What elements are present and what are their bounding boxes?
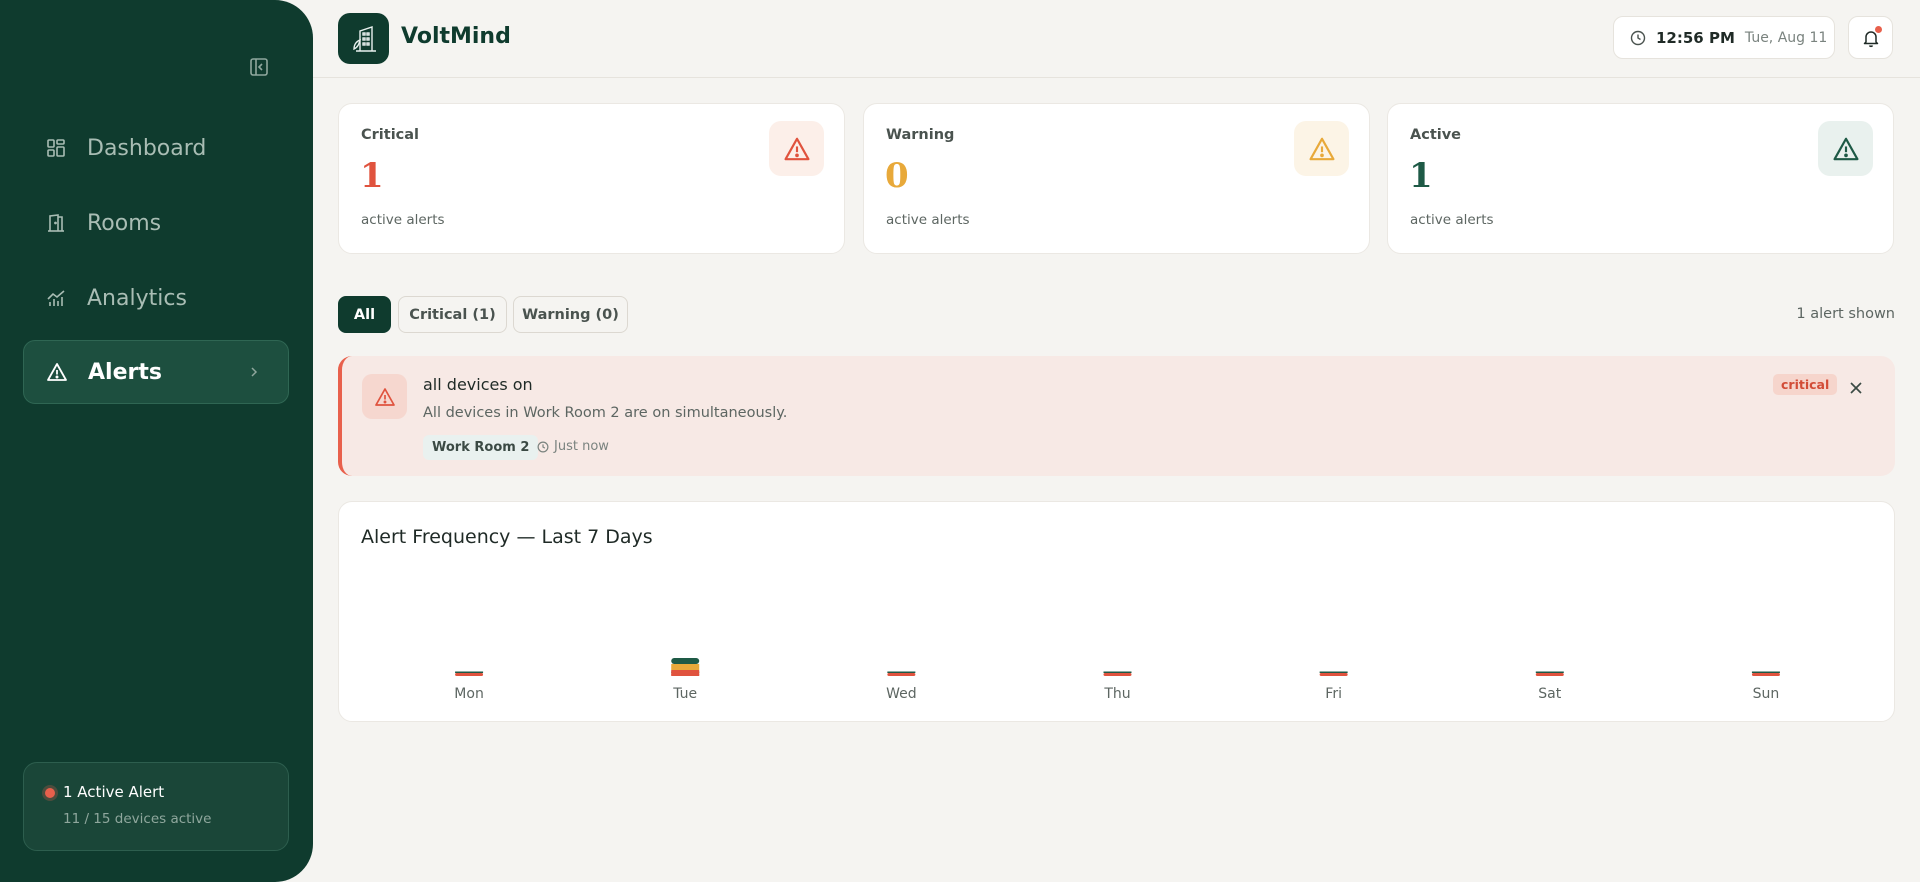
chevron-right-icon (244, 362, 264, 382)
active-summary-card: Active 1 active alerts (1387, 103, 1894, 254)
bar-baseline-thu (1103, 673, 1132, 676)
bar-baseline-sat (1535, 673, 1564, 676)
sidebar-item-analytics[interactable]: Analytics (23, 266, 289, 330)
clock-icon (537, 441, 549, 452)
alert-time-text: Just now (554, 439, 609, 454)
bar-baseline-wed (887, 673, 916, 676)
alert-description: All devices in Work Room 2 are on simult… (423, 405, 788, 421)
tick-label-fri: Fri (1325, 686, 1342, 702)
tick-label-mon: Mon (454, 686, 484, 702)
collapse-sidebar-icon[interactable] (248, 56, 270, 78)
alert-triangle-icon (46, 361, 68, 383)
active-alert-status-card: 1 Active Alert 11 / 15 devices active (23, 762, 289, 851)
bar-baseline-sun (1751, 673, 1780, 676)
status-subtitle: 11 / 15 devices active (63, 811, 212, 827)
door-icon (45, 212, 67, 234)
clock-icon (1630, 30, 1646, 45)
card-subtitle: active alerts (886, 212, 970, 228)
critical-summary-card: Critical 1 active alerts (338, 103, 845, 254)
sidebar-item-label: Alerts (88, 359, 162, 385)
filter-warning-button[interactable]: Warning (0) (513, 296, 628, 333)
sidebar-item-rooms[interactable]: Rooms (23, 191, 289, 255)
tick-label-tue: Tue (672, 686, 697, 702)
grid-icon (45, 137, 67, 159)
alert-frequency-chart: Alert Frequency — Last 7 Days Mon Tue Wed T… (338, 501, 1895, 722)
card-label: Warning (886, 127, 955, 143)
sidebar-item-label: Analytics (87, 285, 187, 311)
bar-baseline-top-fri (1319, 671, 1348, 673)
sidebar-item-label: Rooms (87, 210, 162, 236)
card-subtitle: active alerts (1410, 212, 1494, 228)
bar-baseline-mon (455, 673, 484, 676)
critical-count: 1 (360, 156, 384, 196)
current-date: Tue, Aug 11 (1744, 29, 1828, 46)
card-subtitle: active alerts (361, 212, 445, 228)
top-header: VoltMind 12:56 PM Tue, Aug 11 (313, 0, 1920, 78)
status-title: 1 Active Alert (63, 783, 165, 801)
bar-baseline-top-thu (1103, 671, 1132, 673)
filter-all-button[interactable]: All (338, 296, 391, 333)
sidebar-item-label: Dashboard (87, 135, 207, 161)
tick-label-sat: Sat (1538, 686, 1561, 702)
sidebar: Dashboard Rooms Analytics Alerts 1 Activ… (0, 0, 313, 882)
chart-canvas: Mon Tue Wed Thu Fri Sat Sun (454, 658, 1780, 702)
card-label: Active (1410, 127, 1462, 143)
alert-title: all devices on (423, 375, 533, 394)
dismiss-alert-button[interactable] (1845, 377, 1867, 399)
voltmind-logo-icon (338, 13, 389, 64)
tick-label-wed: Wed (886, 686, 917, 702)
status-dot (45, 788, 55, 798)
tick-label-sun: Sun (1753, 686, 1780, 702)
bar-baseline-fri (1319, 673, 1348, 676)
active-alert-icon (1818, 121, 1873, 176)
sidebar-item-alerts[interactable]: Alerts (23, 340, 289, 404)
alert-item[interactable]: all devices on All devices in Work Room … (338, 356, 1895, 476)
brand-name: VoltMind (401, 24, 511, 49)
critical-alert-icon (769, 121, 824, 176)
alerts-shown-count: 1 alert shown (1796, 306, 1895, 322)
card-label: Critical (361, 127, 420, 143)
notification-dot (1875, 26, 1882, 33)
chart-icon (45, 287, 67, 309)
warning-count: 0 (885, 156, 909, 196)
alert-triangle-icon (362, 374, 407, 419)
bar-tue-segment-1 (671, 664, 700, 670)
bar-tue-segment-2 (671, 658, 700, 664)
sidebar-item-dashboard[interactable]: Dashboard (23, 116, 289, 180)
current-time: 12:56 PM (1656, 28, 1735, 47)
alert-room-tag: Work Room 2 (423, 435, 539, 460)
clock-display: 12:56 PM Tue, Aug 11 (1613, 16, 1835, 59)
severity-badge: critical (1773, 374, 1838, 395)
warning-summary-card: Warning 0 active alerts (863, 103, 1370, 254)
warning-alert-icon (1294, 121, 1349, 176)
filter-critical-button[interactable]: Critical (1) (398, 296, 507, 333)
bar-baseline-top-mon (455, 671, 484, 673)
bar-baseline-top-sat (1535, 671, 1564, 673)
active-count: 1 (1409, 156, 1433, 196)
bar-tue-segment-0 (671, 670, 700, 676)
notifications-button[interactable] (1848, 16, 1893, 59)
bar-baseline-top-sun (1751, 671, 1780, 673)
alert-timestamp: Just now (537, 439, 609, 454)
close-icon (1850, 382, 1862, 394)
bar-baseline-top-wed (887, 671, 916, 673)
tick-label-thu: Thu (1103, 686, 1130, 702)
